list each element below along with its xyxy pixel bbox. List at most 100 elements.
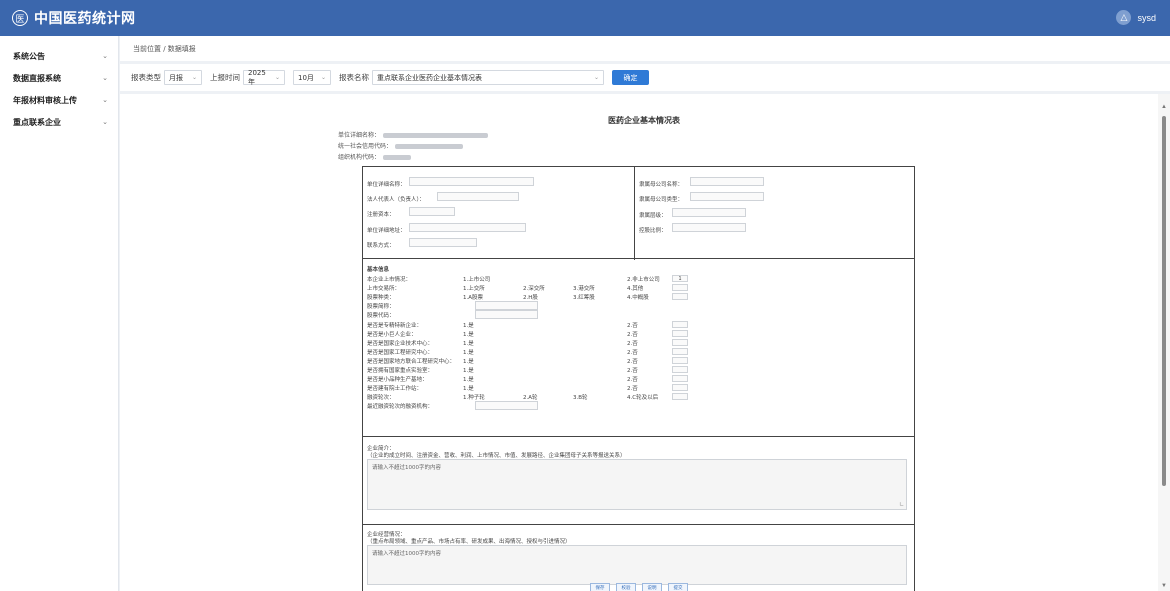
choice-code-input[interactable] <box>672 384 688 392</box>
reg-capital-input[interactable] <box>409 207 455 216</box>
logo-icon: 医 <box>12 10 28 26</box>
info-text-input[interactable] <box>475 310 538 320</box>
choice-code-input[interactable] <box>672 293 688 301</box>
info-row-label: 最近融资轮次的融资机构： <box>367 404 434 411</box>
sidebar-item-announcements[interactable]: 系统公告 ⌄ <box>0 45 118 67</box>
info-text-input[interactable] <box>475 301 538 311</box>
top-header: 医 中国医药统计网 △ sysd <box>0 0 1170 36</box>
section-header: 基本信息 <box>367 267 390 273</box>
chevron-down-icon: ⌄ <box>102 96 108 104</box>
operations-placeholder: 请输入不超过1000字的内容 <box>372 551 441 557</box>
option-1: 1.是 <box>463 349 474 356</box>
option-3: 3.港交所 <box>573 286 595 293</box>
scroll-thumb[interactable] <box>1162 116 1166 486</box>
legal-rep-input[interactable] <box>437 192 519 201</box>
confirm-button[interactable]: 确定 <box>612 70 649 85</box>
basic-info-section: 基本信息 本企业上市情况： 1.上市公司 2.非上市公司 1 上市交易所： 1.上交所 2.… <box>362 259 915 437</box>
contact-input[interactable] <box>409 238 477 247</box>
choice-code-input[interactable] <box>672 375 688 383</box>
explain-button[interactable]: 说明 <box>642 583 662 591</box>
choice-code-input[interactable]: 1 <box>672 275 688 282</box>
option-4: 2.非上市公司 <box>627 277 660 283</box>
reg-capital-label: 注册资本： <box>367 212 395 218</box>
choice-code-input[interactable] <box>672 366 688 373</box>
month-select[interactable]: 10月 ⌄ <box>293 70 331 85</box>
vertical-scrollbar[interactable]: ▲ ▼ <box>1158 94 1170 591</box>
option-4: 2.否 <box>627 377 638 384</box>
sidebar-item-annual-upload[interactable]: 年报材料审核上传 ⌄ <box>0 89 118 111</box>
option-4: 2.否 <box>627 386 638 393</box>
info-row-label: 是否拥有国家重点实验室： <box>367 368 434 374</box>
info-row-label: 是否是国家工程研究中心： <box>367 349 434 356</box>
chevron-down-icon: ⌄ <box>191 74 197 81</box>
sidebar: 系统公告 ⌄ 数据直报系统 ⌄ 年报材料审核上传 ⌄ 重点联系企业 ⌄ <box>0 36 119 591</box>
info-row-label: 是否建有院士工作站： <box>367 386 423 393</box>
option-1: 1.A股票 <box>463 295 484 302</box>
choice-code-input[interactable] <box>672 284 688 292</box>
option-4: 4.C轮及以后 <box>627 395 659 402</box>
chevron-down-icon: ⌄ <box>320 74 326 81</box>
holding-ratio-input[interactable] <box>672 223 746 232</box>
option-2: 2.H股 <box>523 295 538 302</box>
operations-hint: （重点布局领域、重点产品、市场占有率、研发成果、出海情况、授权与引进情况） <box>367 539 571 545</box>
user-avatar-icon: △ <box>1116 10 1132 25</box>
option-4: 2.否 <box>627 331 638 338</box>
info-row-label: 股票代码： <box>367 313 395 320</box>
option-1: 1.是 <box>463 377 474 384</box>
option-1: 1.上交所 <box>463 286 485 293</box>
option-4: 2.否 <box>627 368 638 374</box>
choice-code-input[interactable] <box>672 320 688 328</box>
info-text-input[interactable] <box>475 401 538 411</box>
validate-button[interactable]: 校验 <box>616 583 636 591</box>
submit-button[interactable]: 提交 <box>668 583 688 591</box>
parent-level-input[interactable] <box>672 208 746 217</box>
parent-name-input[interactable] <box>690 177 764 186</box>
holding-ratio-label: 控股比例： <box>639 228 667 234</box>
info-row-label: 是否是国家地方联合工程研究中心： <box>367 358 456 365</box>
choice-code-input[interactable] <box>672 347 688 355</box>
legal-rep-label: 法人代表人（负责人）： <box>367 197 425 203</box>
report-name-select[interactable]: 重点联系企业医药企业基本情况表 ⌄ <box>372 70 604 85</box>
report-type-select[interactable]: 月报 ⌄ <box>164 70 202 85</box>
choice-code-input[interactable] <box>672 338 688 346</box>
info-row-label: 上市交易所： <box>367 286 401 293</box>
sidebar-item-label: 系统公告 <box>13 51 45 61</box>
option-4: 4.中概股 <box>627 295 649 302</box>
unit-name-label: 单位详细名称： <box>367 182 406 188</box>
info-row-label: 股票种类： <box>367 295 395 302</box>
resize-handle-icon[interactable]: ∟ <box>899 501 904 508</box>
intro-textarea[interactable]: 请输入不超过1000字的内容 ∟ <box>367 459 907 510</box>
redacted-value <box>383 133 489 138</box>
choice-code-input[interactable] <box>672 329 688 337</box>
option-2: 2.深交所 <box>523 286 545 293</box>
redacted-value <box>383 155 412 160</box>
intro-hint: （企业的成立时间、注册资金、营收、利润、上市情况、市值、发展路径、企业集团母子关… <box>367 453 626 459</box>
site-logo[interactable]: 医 中国医药统计网 <box>12 8 136 28</box>
chevron-down-icon: ⌄ <box>102 52 108 60</box>
year-value: 2025年 <box>248 68 266 86</box>
sidebar-item-direct-report[interactable]: 数据直报系统 ⌄ <box>0 67 118 89</box>
option-4: 4.其他 <box>627 286 644 293</box>
site-title: 中国医药统计网 <box>34 11 136 27</box>
scroll-up-icon[interactable]: ▲ <box>1161 104 1167 110</box>
address-input[interactable] <box>409 223 526 232</box>
year-select[interactable]: 2025年 ⌄ <box>243 68 285 86</box>
operations-textarea[interactable]: 请输入不超过1000字的内容 <box>367 545 907 585</box>
unit-name-input[interactable] <box>409 177 534 186</box>
save-button[interactable]: 保存 <box>590 583 610 591</box>
form-actions: 保存 校验 说明 提交 <box>590 583 688 591</box>
scroll-down-icon[interactable]: ▼ <box>1161 583 1167 589</box>
option-1: 1.上市公司 <box>463 277 491 283</box>
sidebar-item-key-enterprises[interactable]: 重点联系企业 ⌄ <box>0 111 118 133</box>
parent-type-input[interactable] <box>690 192 764 201</box>
option-1: 1.是 <box>463 331 474 338</box>
user-menu[interactable]: △ sysd <box>1116 10 1156 25</box>
choice-code-input[interactable] <box>672 393 688 401</box>
option-1: 1.是 <box>463 386 474 393</box>
option-4: 2.否 <box>627 358 638 365</box>
option-1: 1.是 <box>463 368 474 374</box>
option-1: 1.是 <box>463 322 474 329</box>
operations-section: 企业经营情况： （重点布局领域、重点产品、市场占有率、研发成果、出海情况、授权与… <box>362 525 915 591</box>
sidebar-item-label: 重点联系企业 <box>13 117 61 127</box>
choice-code-input[interactable] <box>672 356 688 364</box>
